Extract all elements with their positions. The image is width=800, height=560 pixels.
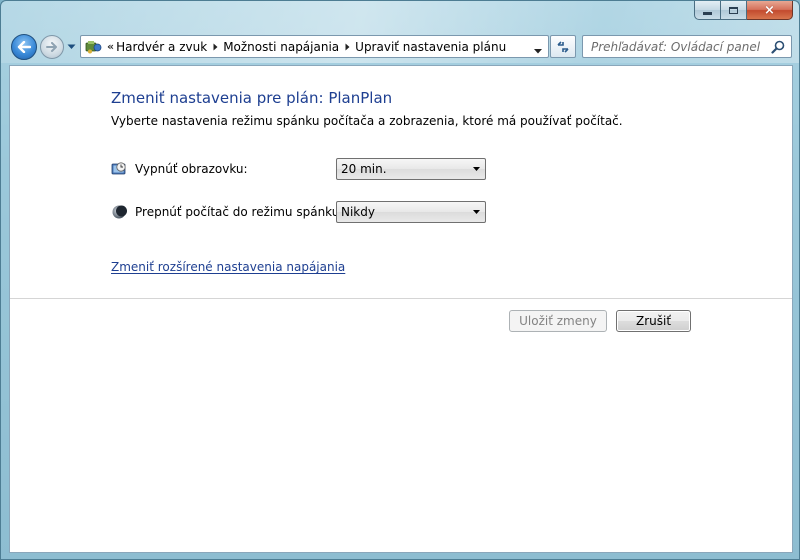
search-icon[interactable] bbox=[770, 39, 786, 55]
page-description: Vyberte nastavenia režimu spánku počítač… bbox=[111, 114, 623, 128]
breadcrumb-separator-icon[interactable] bbox=[207, 43, 223, 51]
maximize-button[interactable] bbox=[721, 1, 747, 20]
display-off-select[interactable]: 20 min. bbox=[336, 158, 486, 180]
sleep-label: Prepnúť počítač do režimu spánku: bbox=[135, 205, 344, 219]
minimize-icon bbox=[703, 11, 712, 15]
sleep-select[interactable]: Nikdy bbox=[336, 201, 486, 223]
sleep-value: Nikdy bbox=[341, 205, 375, 219]
page-title: Zmeniť nastavenia pre plán: PlanPlan bbox=[111, 89, 393, 107]
breadcrumb-power-options[interactable]: Možnosti napájania bbox=[223, 40, 339, 54]
advanced-settings-link[interactable]: Zmeniť rozšírené nastavenia napájania bbox=[111, 260, 345, 274]
arrow-right-icon bbox=[46, 42, 57, 52]
close-icon: × bbox=[764, 2, 775, 18]
content-pane: Zmeniť nastavenia pre plán: PlanPlan Vyb… bbox=[9, 65, 793, 553]
refresh-icon bbox=[557, 40, 569, 53]
close-button[interactable]: × bbox=[747, 1, 793, 20]
search-box[interactable]: Prehľadávať: Ovládací panel bbox=[582, 35, 792, 58]
display-clock-icon bbox=[111, 161, 127, 177]
search-input[interactable]: Prehľadávať: Ovládací panel bbox=[591, 40, 770, 54]
breadcrumb-edit-plan[interactable]: Upraviť nastavenia plánu bbox=[355, 40, 506, 54]
recent-pages-button[interactable] bbox=[66, 43, 76, 51]
minimize-button[interactable] bbox=[694, 1, 721, 20]
window-frame: × « Hardvér a zvuk Možnosti napájania Up… bbox=[0, 0, 800, 560]
control-panel-icon bbox=[84, 39, 102, 55]
forward-button[interactable] bbox=[40, 35, 64, 59]
address-dropdown-icon[interactable] bbox=[534, 43, 542, 54]
breadcrumb-separator-icon[interactable] bbox=[339, 43, 355, 51]
chevron-down-icon bbox=[67, 44, 75, 49]
maximize-icon bbox=[729, 6, 738, 14]
chevron-down-icon bbox=[469, 210, 483, 214]
save-button[interactable]: Uložiť zmeny bbox=[509, 310, 607, 332]
cancel-button[interactable]: Zrušiť bbox=[616, 310, 691, 332]
address-bar[interactable]: « Hardvér a zvuk Možnosti napájania Upra… bbox=[80, 35, 549, 58]
breadcrumb-hardware-sound[interactable]: Hardvér a zvuk bbox=[116, 40, 207, 54]
breadcrumb-overflow[interactable]: « bbox=[107, 40, 114, 53]
divider bbox=[10, 298, 792, 299]
moon-sleep-icon bbox=[111, 204, 127, 220]
chevron-down-icon bbox=[469, 167, 483, 171]
display-off-value: 20 min. bbox=[341, 162, 387, 176]
caption-buttons: × bbox=[694, 1, 793, 21]
back-button[interactable] bbox=[11, 34, 37, 60]
arrow-left-icon bbox=[17, 41, 31, 53]
display-off-label: Vypnúť obrazovku: bbox=[135, 162, 248, 176]
refresh-button[interactable] bbox=[550, 35, 576, 58]
